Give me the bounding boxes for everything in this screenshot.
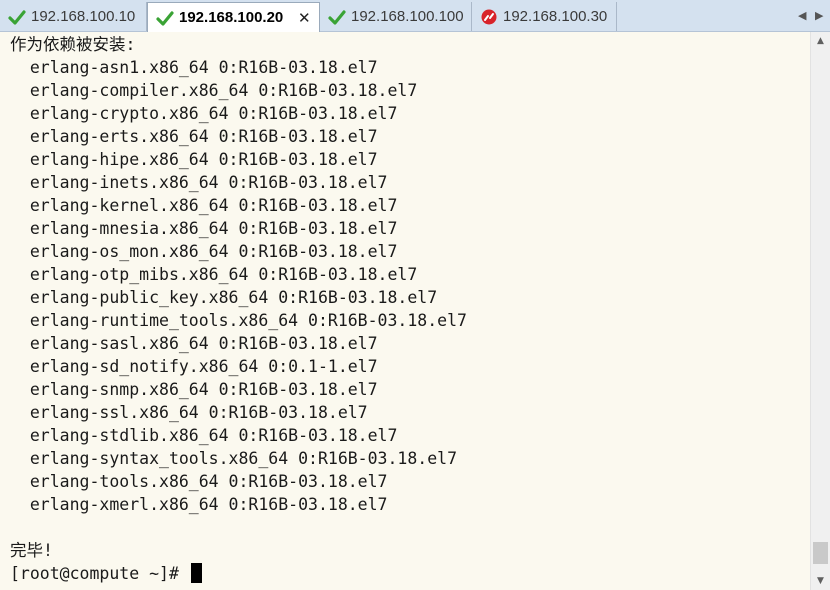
package-line: erlang-syntax_tools.x86_64 0:R16B-03.18.… xyxy=(10,449,458,468)
scroll-up-icon[interactable]: ▲ xyxy=(811,32,830,50)
package-line: erlang-snmp.x86_64 0:R16B-03.18.el7 xyxy=(10,380,378,399)
completion-message: 完毕! xyxy=(10,541,53,560)
package-line: erlang-mnesia.x86_64 0:R16B-03.18.el7 xyxy=(10,219,398,238)
package-line: erlang-ssl.x86_64 0:R16B-03.18.el7 xyxy=(10,403,368,422)
package-line: erlang-runtime_tools.x86_64 0:R16B-03.18… xyxy=(10,311,467,330)
green-check-icon xyxy=(328,9,346,25)
red-disconnect-icon xyxy=(481,9,497,24)
package-line: erlang-os_mon.x86_64 0:R16B-03.18.el7 xyxy=(10,242,398,261)
tab-192-168-100-20[interactable]: 192.168.100.20 ✕ xyxy=(147,2,320,32)
terminal-output[interactable]: 作为依赖被安装: erlang-asn1.x86_64 0:R16B-03.18… xyxy=(0,32,810,590)
package-line: erlang-xmerl.x86_64 0:R16B-03.18.el7 xyxy=(10,495,388,514)
package-line: erlang-erts.x86_64 0:R16B-03.18.el7 xyxy=(10,127,378,146)
package-line: erlang-crypto.x86_64 0:R16B-03.18.el7 xyxy=(10,104,398,123)
shell-prompt-line[interactable]: [root@compute ~]# xyxy=(10,562,202,585)
package-line: erlang-hipe.x86_64 0:R16B-03.18.el7 xyxy=(10,150,378,169)
package-line: erlang-public_key.x86_64 0:R16B-03.18.el… xyxy=(10,288,438,307)
tab-192-168-100-100[interactable]: 192.168.100.100 xyxy=(320,2,472,31)
tab-label: 192.168.100.20 xyxy=(179,9,284,26)
tab-close-button[interactable]: ✕ xyxy=(297,9,311,27)
tab-label: 192.168.100.10 xyxy=(31,8,136,25)
scroll-thumb[interactable] xyxy=(813,542,828,564)
green-check-icon xyxy=(8,9,26,25)
tab-192-168-100-10[interactable]: 192.168.100.10 xyxy=(0,2,147,31)
session-tab-bar: 192.168.100.10 192.168.100.20 ✕ 192.168.… xyxy=(0,0,830,32)
package-line: erlang-sd_notify.x86_64 0:0.1-1.el7 xyxy=(10,357,378,376)
package-line: erlang-kernel.x86_64 0:R16B-03.18.el7 xyxy=(10,196,398,215)
package-line: erlang-tools.x86_64 0:R16B-03.18.el7 xyxy=(10,472,388,491)
terminal-scrollbar[interactable]: ▲ ▼ xyxy=(810,32,830,590)
tab-scroll-right-icon[interactable]: ▶ xyxy=(815,9,823,22)
tab-label: 192.168.100.100 xyxy=(351,8,464,25)
scroll-down-icon[interactable]: ▼ xyxy=(811,572,830,590)
package-line: erlang-otp_mibs.x86_64 0:R16B-03.18.el7 xyxy=(10,265,418,284)
tab-scroll-left-icon[interactable]: ◀ xyxy=(798,9,806,22)
package-line: erlang-stdlib.x86_64 0:R16B-03.18.el7 xyxy=(10,426,398,445)
tab-label: 192.168.100.30 xyxy=(503,8,608,25)
tab-192-168-100-30[interactable]: 192.168.100.30 xyxy=(472,2,617,31)
package-line: erlang-inets.x86_64 0:R16B-03.18.el7 xyxy=(10,173,388,192)
section-heading: 作为依赖被安装: xyxy=(10,35,136,54)
package-line: erlang-compiler.x86_64 0:R16B-03.18.el7 xyxy=(10,81,418,100)
text-cursor xyxy=(190,563,202,583)
package-line: erlang-sasl.x86_64 0:R16B-03.18.el7 xyxy=(10,334,378,353)
package-line: erlang-asn1.x86_64 0:R16B-03.18.el7 xyxy=(10,58,378,77)
shell-prompt: [root@compute ~]# xyxy=(10,564,189,583)
green-check-icon xyxy=(156,10,174,26)
